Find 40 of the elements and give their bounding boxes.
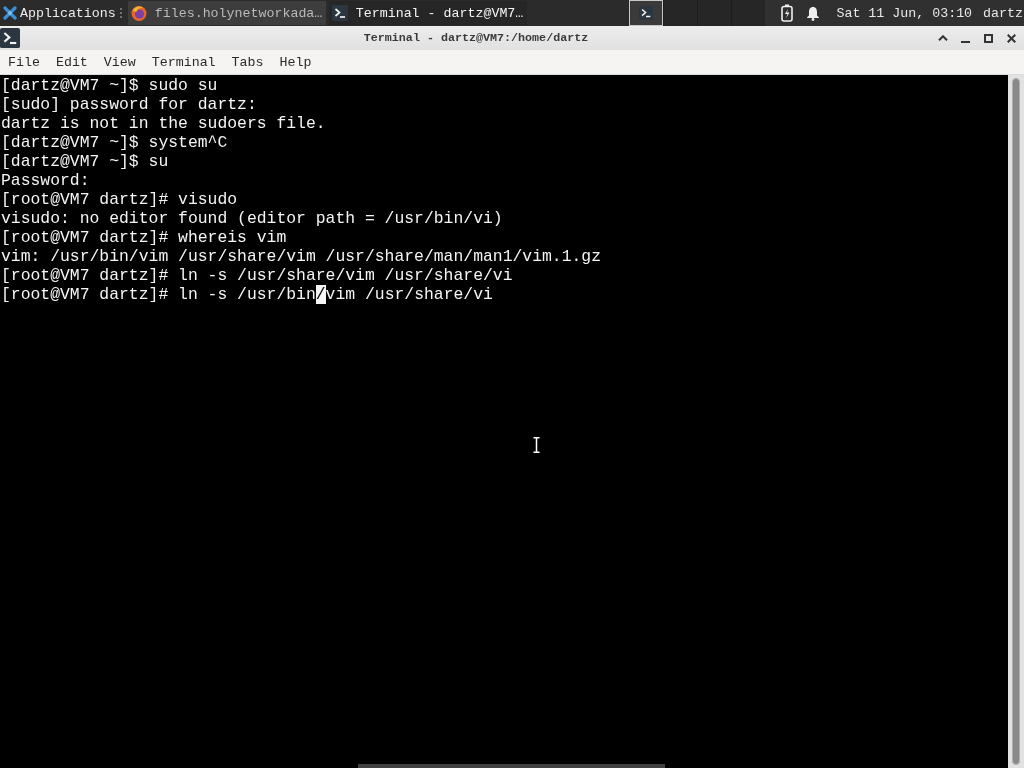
minimize-icon <box>961 40 970 43</box>
applications-menu[interactable]: Applications <box>0 1 117 25</box>
workspace-button[interactable] <box>662 0 697 26</box>
cross-logo-icon <box>3 6 17 20</box>
terminal-line: [root@VM7 dartz]# whereis vim <box>1 228 287 247</box>
terminal-line: [dartz@VM7 ~]$ system^C <box>1 133 228 152</box>
close-icon <box>1007 33 1016 43</box>
terminal-icon <box>638 6 653 20</box>
terminal-icon <box>331 5 348 21</box>
clock-text[interactable]: Sat 11 Jun, 03:10 <box>836 5 973 21</box>
terminal-line: [root@VM7 dartz]# ln -s /usr/share/vim /usr/share/vi <box>1 266 513 285</box>
maximize-icon <box>984 33 993 43</box>
text-cursor-icon <box>533 437 540 453</box>
terminal-line: [root@VM7 dartz]# ln -s /usr/bin/vim /usr/share/vi <box>1 285 493 304</box>
menu-item[interactable]: Tabs <box>223 52 272 72</box>
menu-item[interactable]: Help <box>271 52 320 72</box>
terminal-line: vim: /usr/bin/vim /usr/share/vim /usr/share/man/man1/vim.1.gz <box>1 247 601 266</box>
scrollbar-track[interactable] <box>1008 75 1024 768</box>
terminal-line: visudo: no editor found (editor path = /usr/bin/vi) <box>1 209 503 228</box>
menu-item[interactable]: View <box>95 52 144 72</box>
menu-item[interactable]: Terminal <box>143 52 224 72</box>
caret-up-icon <box>937 35 948 41</box>
menu-item[interactable]: Edit <box>47 52 96 72</box>
bell-icon[interactable] <box>806 5 821 21</box>
flame-globe-icon <box>130 5 147 21</box>
terminal-line: [root@VM7 dartz]# visudo <box>1 190 238 209</box>
user-name[interactable]: dartz <box>983 5 1023 21</box>
battery-icon[interactable] <box>781 4 794 22</box>
drag-handle-icon[interactable] <box>118 7 123 19</box>
menu-item[interactable]: File <box>0 52 48 72</box>
taskbar-button[interactable]: Terminal - dartz@VM7… <box>328 1 527 25</box>
terminal-line: dartz is not in the sudoers file. <box>1 114 326 133</box>
terminal-line: Password: <box>1 171 90 190</box>
terminal-line: [dartz@VM7 ~]$ sudo su <box>1 76 218 95</box>
taskbar-button[interactable]: files.holynetworkada… <box>127 1 326 25</box>
terminal-icon <box>0 28 20 48</box>
scrollbar-thumb[interactable] <box>1012 78 1020 765</box>
terminal-line: [sudo] password for dartz: <box>1 95 257 114</box>
window-title: Terminal - dartz@VM7:/home/dartz <box>362 31 590 45</box>
terminal-line: [dartz@VM7 ~]$ su <box>1 152 169 171</box>
